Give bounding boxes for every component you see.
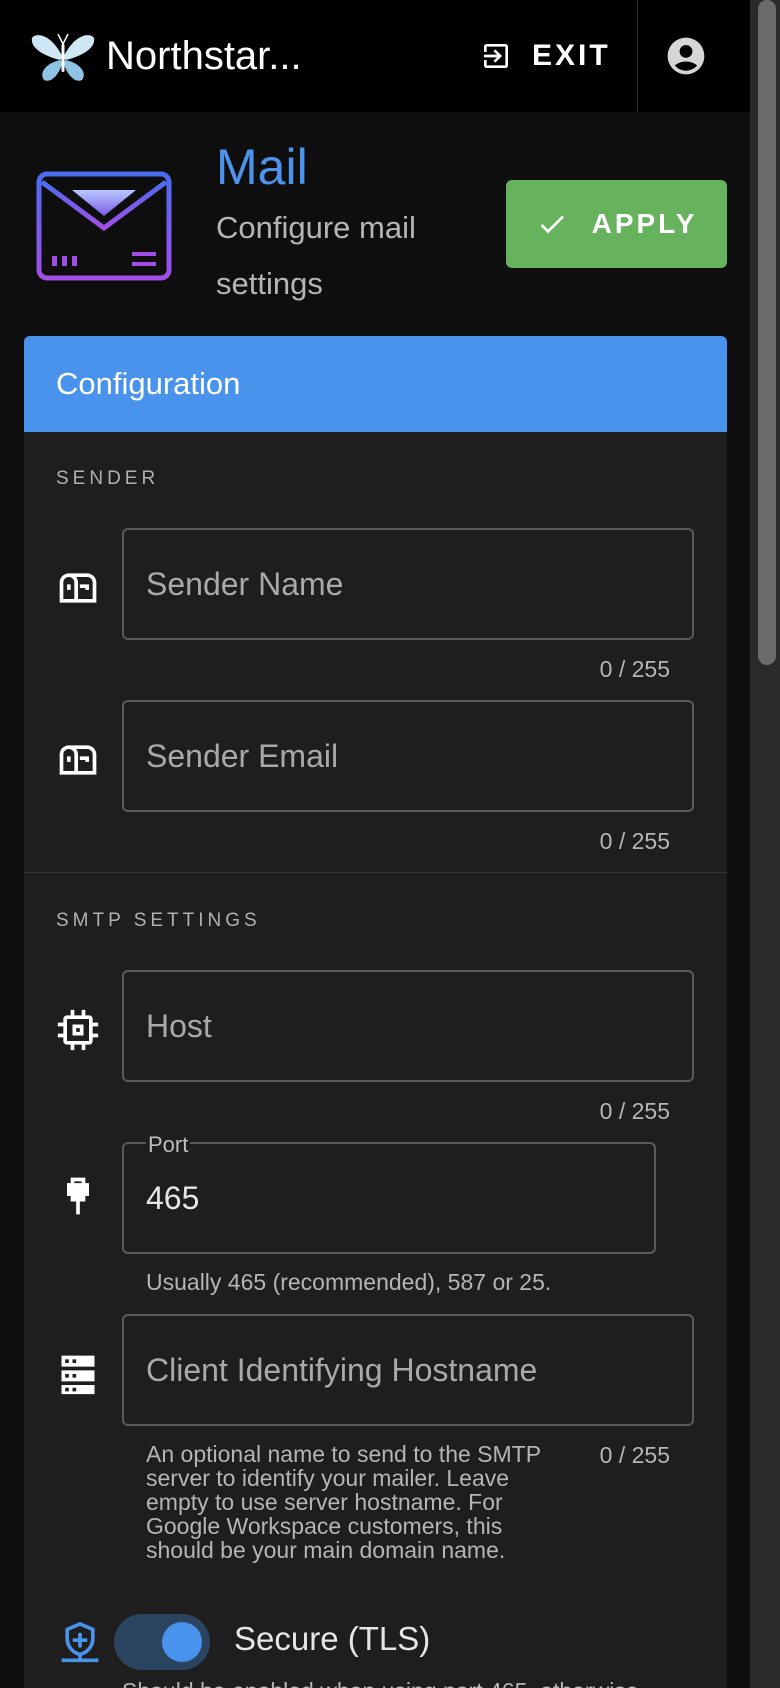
secure-tls-label: Secure (TLS) [234,1620,431,1657]
port-field[interactable]: Port [122,1132,656,1254]
port-label: Port [146,1132,191,1158]
host-field[interactable] [122,970,694,1082]
host-input[interactable] [124,972,692,1080]
chip-icon [57,1009,99,1051]
port-input[interactable] [124,1144,654,1252]
account-circle-icon[interactable] [664,34,708,78]
client-hostname-hint: An optional name to send to the SMTP ser… [146,1441,541,1563]
page: Northstar... EXIT Mail Configure mail se… [0,0,780,1688]
scrollbar-thumb[interactable] [758,0,776,665]
exit-button[interactable]: EXIT [480,30,611,82]
brand[interactable]: Northstar... [0,28,302,84]
toggle-knob [162,1622,202,1662]
apply-label: APPLY [591,208,698,239]
secure-tls-hint: Should be enabled when using port 465, o… [122,1678,639,1688]
plug-icon [67,1177,89,1215]
app-name: Northstar... [106,33,302,78]
client-hostname-field[interactable] [122,1314,694,1426]
section-divider [24,872,727,873]
mail-envelope-icon [36,171,172,281]
page-subtitle: Configure mail settings [216,210,416,301]
exit-icon [484,44,508,68]
mailbox-icon [59,573,97,603]
client-hostname-counter: 0 / 255 [599,1442,670,1468]
shield-network-icon [61,1621,99,1663]
sender-email-field[interactable] [122,700,694,812]
client-hostname-input[interactable] [124,1316,692,1424]
exit-label: EXIT [532,39,611,72]
card-header: Configuration [24,336,727,432]
butterfly-logo-icon [31,33,95,81]
sender-name-counter: 0 / 255 [599,656,670,682]
section-label-smtp: SMTP SETTINGS [56,910,261,931]
secure-tls-toggle[interactable] [114,1614,210,1670]
apply-button[interactable]: APPLY [506,180,727,268]
card-title: Configuration [56,366,241,401]
check-icon [540,215,564,234]
top-app-bar: Northstar... EXIT [0,0,750,112]
sender-name-field[interactable] [122,528,694,640]
section-label-sender: SENDER [56,468,160,489]
sender-email-input[interactable] [124,702,692,810]
topbar-divider [637,0,638,112]
sender-email-counter: 0 / 255 [599,828,670,854]
host-counter: 0 / 255 [599,1098,670,1124]
page-title: Mail [216,139,308,195]
port-hint: Usually 465 (recommended), 587 or 25. [146,1269,552,1295]
sender-name-input[interactable] [124,530,692,638]
mailbox-icon [59,745,97,775]
server-icon [61,1355,95,1395]
